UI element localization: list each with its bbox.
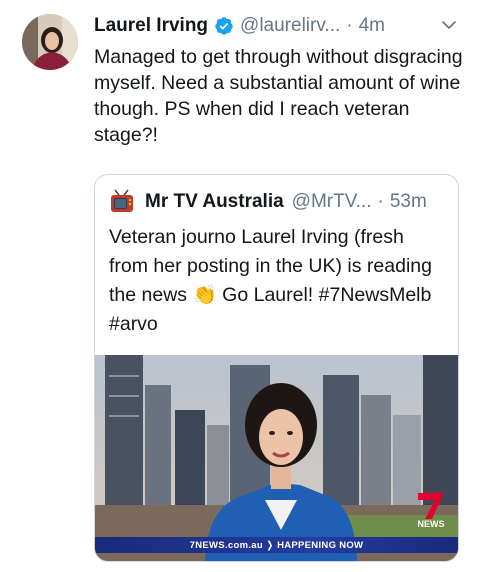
tweet-header: Laurel Irving @laurelirv... · 4m bbox=[94, 12, 464, 40]
quoted-tweet[interactable]: Mr TV Australia @MrTV... · 53m Veteran j… bbox=[94, 174, 459, 562]
quoted-separator-dot: · bbox=[377, 191, 384, 212]
quoted-header: Mr TV Australia @MrTV... · 53m bbox=[109, 189, 427, 215]
tv-icon[interactable] bbox=[109, 189, 135, 215]
verified-icon bbox=[214, 16, 234, 36]
news-video-thumbnail[interactable]: NEWS 7NEWS.com.au ❭ HAPPENING NOW bbox=[95, 355, 458, 561]
tweet-text: Managed to get through without disgracin… bbox=[94, 46, 463, 146]
channel-7-logo: NEWS bbox=[410, 489, 452, 531]
avatar-photo bbox=[22, 14, 78, 70]
channel-logo-label: NEWS bbox=[417, 519, 445, 529]
timestamp[interactable]: 4m bbox=[359, 15, 385, 37]
author-name[interactable]: Laurel Irving bbox=[94, 15, 208, 37]
quoted-timestamp[interactable]: 53m bbox=[390, 191, 427, 213]
quoted-text: Veteran journo Laurel Irving (fresh from… bbox=[109, 223, 444, 339]
clapping-hands-emoji: 👏 bbox=[192, 284, 217, 306]
news-ticker: 7NEWS.com.au ❭ HAPPENING NOW bbox=[95, 537, 458, 553]
avatar[interactable] bbox=[22, 14, 78, 70]
quoted-author-name[interactable]: Mr TV Australia bbox=[145, 191, 284, 213]
city-skyline-image bbox=[95, 355, 458, 561]
author-handle[interactable]: @laurelirv... bbox=[240, 15, 340, 37]
tweet[interactable]: Laurel Irving @laurelirv... · 4m Managed… bbox=[0, 0, 480, 572]
chevron-down-icon[interactable] bbox=[440, 16, 472, 39]
quoted-author-handle[interactable]: @MrTV... bbox=[292, 191, 372, 213]
separator-dot: · bbox=[346, 15, 353, 36]
